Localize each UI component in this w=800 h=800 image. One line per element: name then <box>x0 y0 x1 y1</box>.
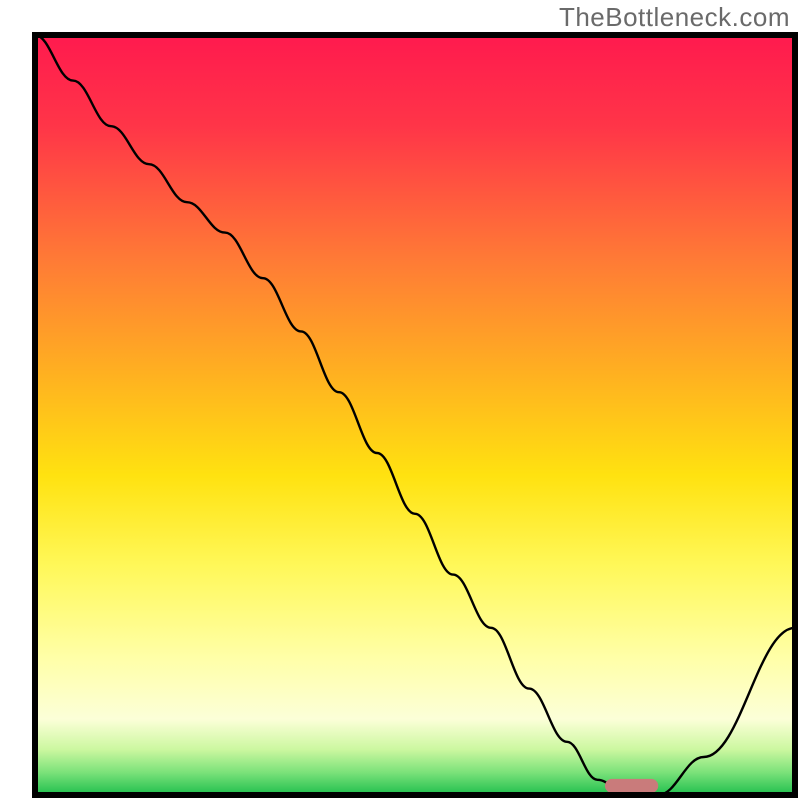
chart-gradient-bg <box>35 35 795 795</box>
bottleneck-chart <box>0 0 800 800</box>
chart-frame: TheBottleneck.com <box>0 0 800 800</box>
optimal-range-marker <box>605 779 658 793</box>
